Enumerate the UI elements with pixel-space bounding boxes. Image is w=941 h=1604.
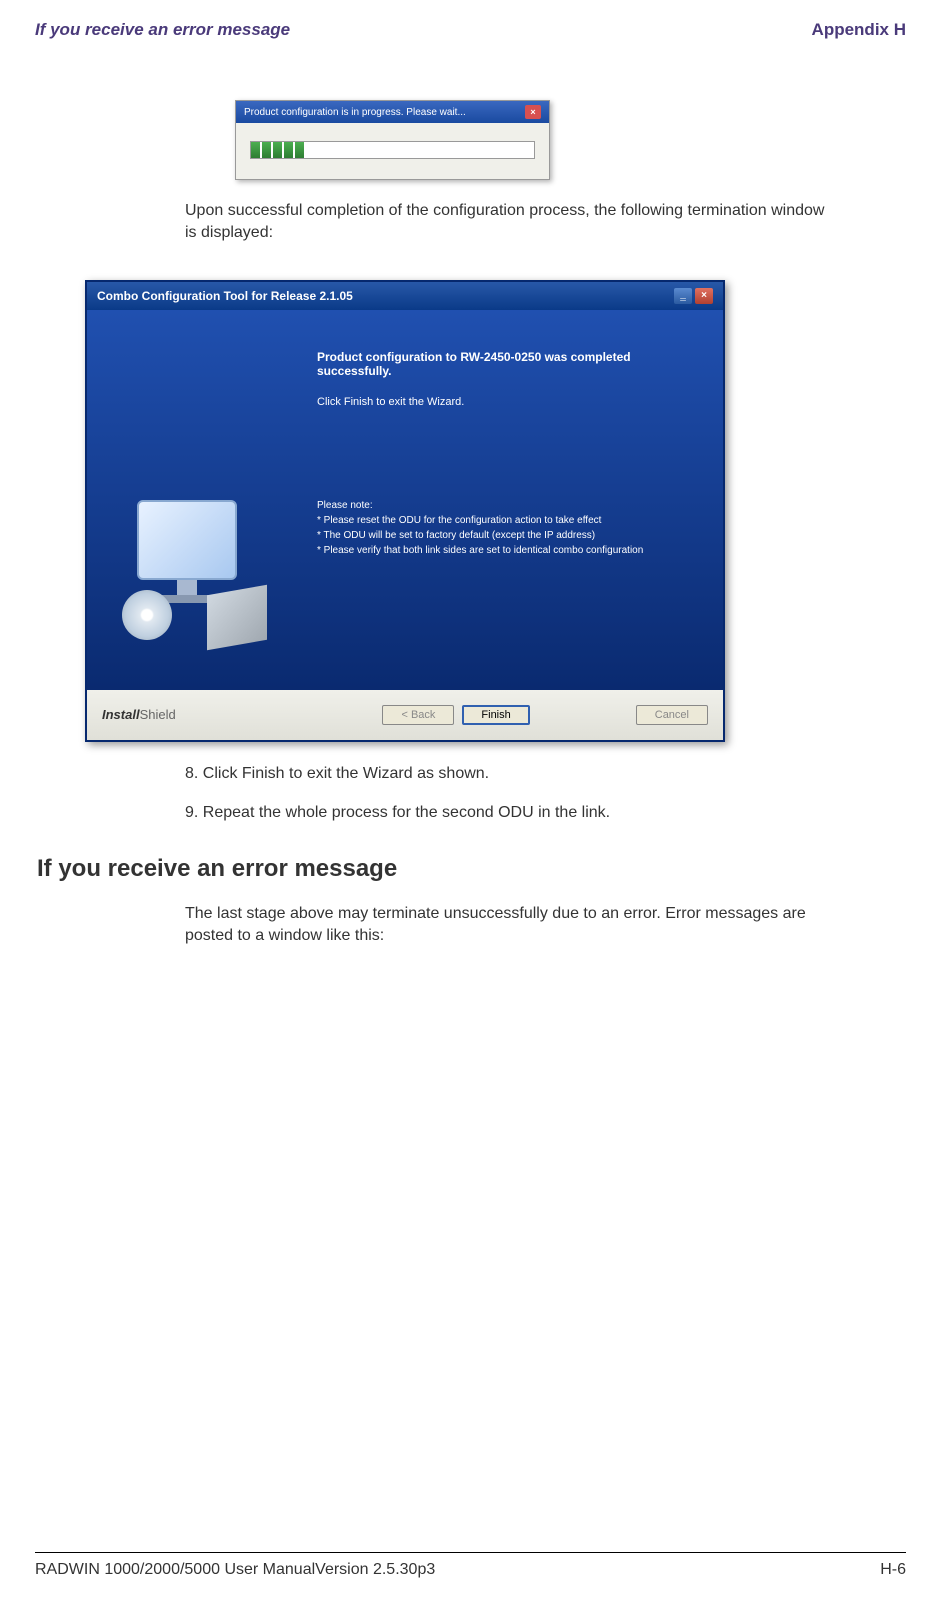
header-appendix-label: Appendix H: [812, 20, 906, 40]
wizard-footer: InstallShield < Back Finish Cancel: [87, 690, 723, 740]
page-header: If you receive an error message Appendix…: [35, 20, 906, 40]
cancel-button[interactable]: Cancel: [636, 705, 708, 725]
window-controls: ‗ ×: [674, 288, 713, 304]
computer-graphic: [117, 500, 277, 650]
wizard-text-area: Product configuration to RW-2450-0250 wa…: [307, 310, 723, 690]
wizard-note-header: Please note:: [317, 498, 698, 513]
section-body-text: The last stage above may terminate unsuc…: [185, 903, 846, 948]
section-heading: If you receive an error message: [37, 855, 906, 883]
box-icon: [207, 584, 267, 650]
wizard-success-message: Product configuration to RW-2450-0250 wa…: [317, 350, 698, 378]
wizard-graphic-area: [87, 310, 307, 690]
minimize-icon[interactable]: ‗: [674, 288, 692, 304]
wizard-instruction-text: Click Finish to exit the Wizard.: [317, 396, 698, 408]
close-icon[interactable]: ×: [695, 288, 713, 304]
wizard-note-line: * Please verify that both link sides are…: [317, 543, 698, 558]
progress-dialog: Product configuration is in progress. Pl…: [235, 100, 550, 180]
progress-title-text: Product configuration is in progress. Pl…: [244, 107, 466, 118]
monitor-icon: [137, 500, 237, 580]
installshield-brand: InstallShield: [102, 707, 176, 722]
progress-titlebar: Product configuration is in progress. Pl…: [236, 101, 549, 123]
progress-bar: [250, 141, 535, 159]
brand-bold: Install: [102, 707, 140, 722]
footer-page-number: H-6: [880, 1561, 906, 1579]
step-8-text: 8. Click Finish to exit the Wizard as sh…: [185, 762, 826, 786]
wizard-titlebar: Combo Configuration Tool for Release 2.1…: [87, 282, 723, 310]
wizard-button-group: < Back Finish Cancel: [382, 705, 708, 725]
body-paragraph: Upon successful completion of the config…: [185, 200, 826, 245]
close-icon[interactable]: ×: [525, 105, 541, 119]
cd-icon: [122, 590, 172, 640]
step-9-text: 9. Repeat the whole process for the seco…: [185, 801, 826, 825]
wizard-note-line: * The ODU will be set to factory default…: [317, 528, 698, 543]
brand-light: Shield: [140, 707, 176, 722]
wizard-window: Combo Configuration Tool for Release 2.1…: [85, 280, 725, 742]
wizard-note: Please note: * Please reset the ODU for …: [317, 498, 698, 558]
footer-manual-version: RADWIN 1000/2000/5000 User ManualVersion…: [35, 1561, 435, 1579]
header-section-title: If you receive an error message: [35, 20, 290, 40]
wizard-title-text: Combo Configuration Tool for Release 2.1…: [97, 289, 353, 303]
back-button[interactable]: < Back: [382, 705, 454, 725]
wizard-note-line: * Please reset the ODU for the configura…: [317, 513, 698, 528]
progress-body: [236, 123, 549, 179]
wizard-content: Product configuration to RW-2450-0250 wa…: [87, 310, 723, 690]
progress-bar-fill: [251, 142, 313, 158]
page-footer: RADWIN 1000/2000/5000 User ManualVersion…: [35, 1552, 906, 1579]
finish-button[interactable]: Finish: [462, 705, 529, 725]
